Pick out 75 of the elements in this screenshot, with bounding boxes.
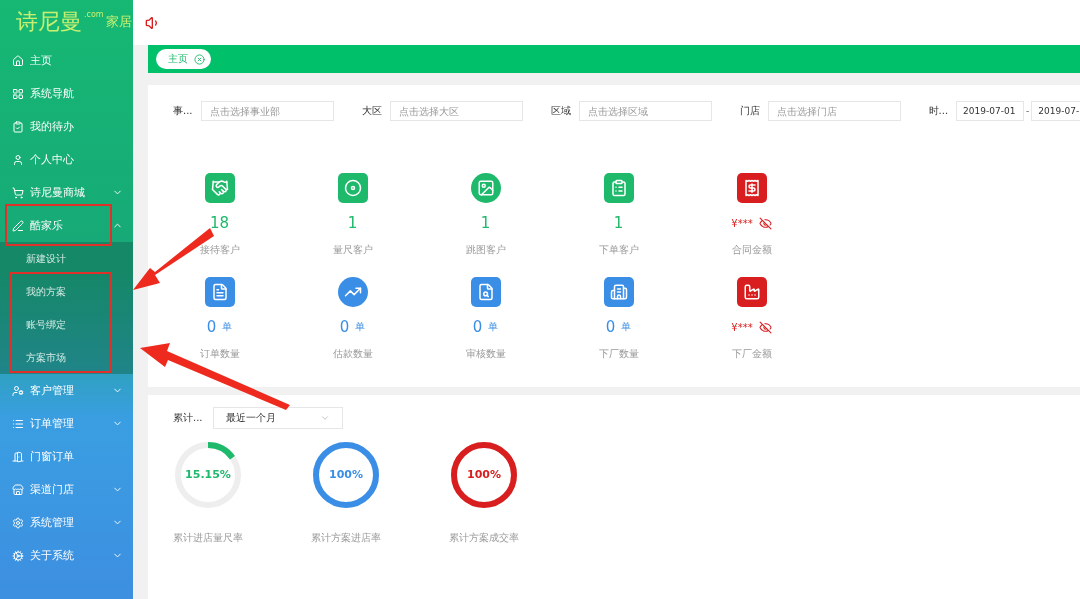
stat-label: 合同金额 [731, 243, 772, 257]
stat-label: 下厂数量 [598, 347, 639, 361]
stat-label: 量尺客户 [332, 243, 373, 257]
date-field[interactable]: 2019-07- [1031, 101, 1080, 121]
sidebar-item[interactable]: 个人中心 [0, 143, 133, 176]
cog-icon [12, 549, 24, 562]
sidebar-item[interactable]: 门窗订单 [0, 440, 133, 473]
stat-value: 1 [613, 213, 624, 233]
select-field[interactable]: 点击选择大区 [389, 101, 523, 121]
filter-label: 大区 [361, 104, 382, 118]
sidebar-item[interactable]: 主页 [0, 44, 133, 77]
sidebar-item[interactable]: 客户管理 [0, 374, 133, 407]
stat-value: 18 [209, 213, 230, 233]
rate-value: 100% [466, 468, 502, 481]
caret-down-icon [319, 413, 330, 423]
stat-value: ¥*** [731, 217, 753, 229]
stat-value: 0 单 [206, 317, 233, 337]
submenu-item[interactable]: 我的方案 [0, 275, 133, 308]
stat-label: 估款数量 [332, 347, 373, 361]
stat-value: 1 [480, 213, 491, 233]
logo-domain: .com [84, 10, 104, 19]
pen-icon [12, 219, 24, 232]
date-separator: - [1026, 106, 1030, 116]
rate-label: 累计方案成交率 [449, 531, 519, 545]
submenu-item[interactable]: 新建设计 [0, 242, 133, 275]
door-icon [12, 450, 24, 463]
logo-brand: 诗尼曼 [16, 8, 82, 36]
eye-off-icon[interactable] [758, 320, 772, 334]
stat-label: 审核数量 [465, 347, 506, 361]
stat-label: 订单数量 [199, 347, 240, 361]
sidebar-item[interactable]: 关于系统 [0, 539, 133, 572]
stat-value: 0 单 [605, 317, 632, 337]
home-icon [12, 54, 24, 67]
list-icon [12, 417, 24, 430]
gear-icon [12, 516, 24, 529]
period-label: 累计... [173, 411, 203, 425]
sidebar-item[interactable]: 系统导航 [0, 77, 133, 110]
date-field[interactable]: 2019-07-01 [956, 101, 1025, 121]
sidebar-item[interactable]: 订单管理 [0, 407, 133, 440]
select-field[interactable]: 点击选择事业部 [200, 101, 334, 121]
sidebar-item[interactable]: 渠道门店 [0, 473, 133, 506]
submenu-item[interactable]: 方案市场 [0, 341, 133, 374]
rate-value: 100% [328, 468, 364, 481]
select-field[interactable]: 点击选择区域 [578, 101, 712, 121]
filter-label: 区域 [550, 104, 571, 118]
sidebar-item[interactable]: 系统管理 [0, 506, 133, 539]
logo-suffix: 家居 [105, 13, 132, 31]
filter-label: 时... [928, 104, 949, 118]
eye-off-icon[interactable] [758, 216, 772, 230]
sidebar-item[interactable]: 诗尼曼商城 [0, 176, 133, 209]
filter-label: 门店 [739, 104, 760, 118]
select-field[interactable]: 点击选择门店 [767, 101, 901, 121]
grid-icon [12, 87, 24, 100]
rate-value: 15.15% [184, 468, 232, 481]
sidebar-item[interactable]: 我的待办 [0, 110, 133, 143]
filter-label: 事... [173, 104, 193, 118]
tab[interactable]: 主页 [156, 49, 211, 69]
period-select[interactable]: 最近一个月 [212, 407, 343, 429]
user-icon [12, 153, 24, 166]
stat-value: 0 单 [472, 317, 499, 337]
stat-value: ¥*** [731, 321, 753, 333]
stat-label: 下厂金额 [731, 347, 772, 361]
submenu-item[interactable]: 账号绑定 [0, 308, 133, 341]
stat-label: 接待客户 [199, 243, 240, 257]
stat-label: 跳图客户 [465, 243, 506, 257]
clipboard-icon [12, 120, 24, 133]
cart-icon [12, 186, 24, 199]
user-gear-icon [12, 384, 24, 397]
sidebar-item[interactable]: 酷家乐 [0, 209, 133, 242]
store-icon [12, 483, 24, 496]
stat-value: 0 单 [339, 317, 366, 337]
stat-value: 1 [347, 213, 358, 233]
rate-label: 累计方案进店率 [311, 531, 381, 545]
rate-label: 累计进店量尺率 [173, 531, 243, 545]
stat-label: 下单客户 [598, 243, 639, 257]
